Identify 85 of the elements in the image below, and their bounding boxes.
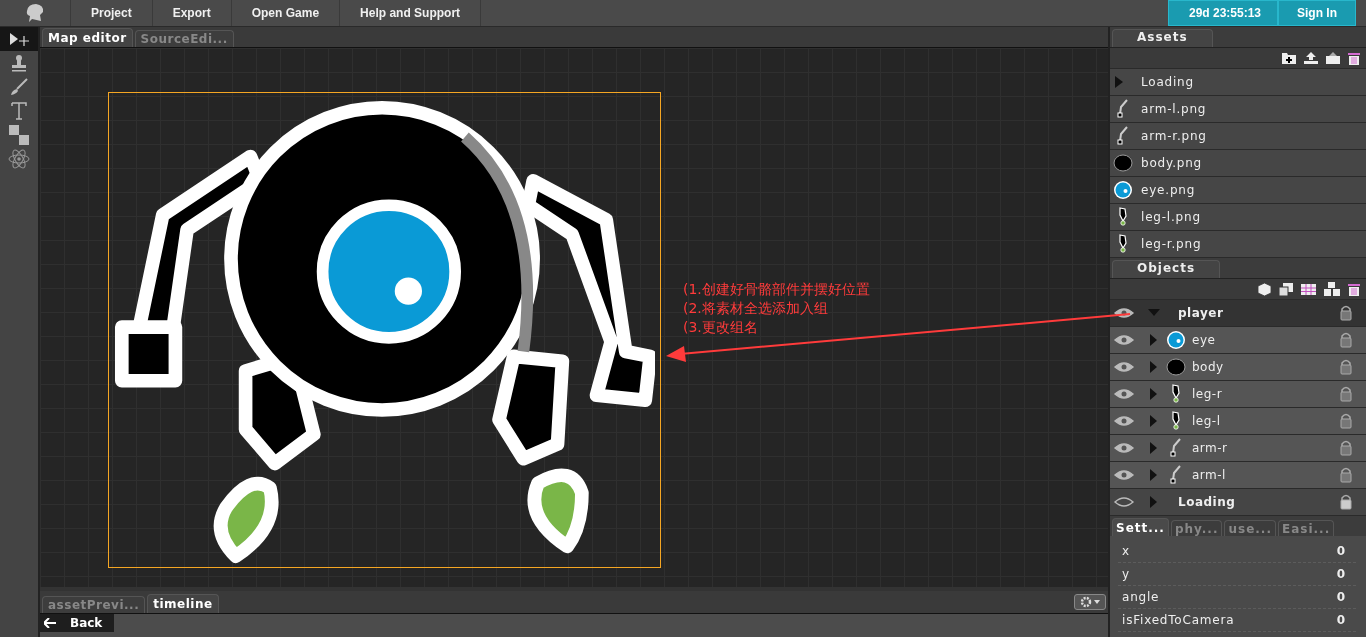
pointer-move-icon[interactable] (0, 27, 38, 51)
trash-icon[interactable] (1348, 282, 1360, 296)
property-name: isFixedToCamera (1122, 613, 1235, 627)
cubes-icon[interactable] (1324, 282, 1340, 296)
asset-item[interactable]: arm-r.png (1110, 123, 1366, 150)
property-name: y (1122, 567, 1130, 581)
object-row[interactable]: arm-l (1110, 462, 1366, 489)
lock-icon[interactable] (1340, 386, 1352, 402)
object-row[interactable]: Loading (1110, 489, 1366, 516)
editor-tab[interactable]: Map editor (42, 28, 133, 47)
object-name: arm-r (1192, 441, 1229, 455)
object-row[interactable]: leg-l (1110, 408, 1366, 435)
property-value: 0 (1336, 590, 1346, 604)
eye-thumbnail-icon (1166, 330, 1186, 350)
object-row[interactable]: player (1110, 300, 1366, 327)
property-value: 0 (1336, 544, 1346, 558)
object-name: leg-l (1192, 414, 1222, 428)
visibility-eye-icon[interactable] (1114, 443, 1134, 453)
object-name: eye (1192, 333, 1217, 347)
duplicate-icon[interactable] (1279, 282, 1293, 296)
logo-icon[interactable] (24, 3, 46, 23)
back-arrow-icon (44, 618, 56, 628)
menu-item[interactable]: Open Game (231, 0, 341, 26)
property-name: x (1122, 544, 1130, 558)
cube-icon[interactable] (1258, 282, 1271, 296)
body-thumbnail-icon (1166, 357, 1186, 377)
eye-thumbnail-icon (1113, 180, 1133, 200)
add-folder-icon[interactable] (1282, 52, 1296, 64)
annotation-text: (1.创建好骨骼部件并摆好位置 (2.将素材全选添加入组 (3.更改组名 (683, 280, 870, 337)
visibility-eye-icon[interactable] (1114, 362, 1134, 372)
back-button[interactable]: Back (40, 614, 115, 632)
visibility-eye-icon[interactable] (1114, 308, 1134, 318)
asset-item[interactable]: Loading (1110, 69, 1366, 96)
menu-item[interactable]: Project (71, 0, 153, 26)
gear-icon (1079, 596, 1101, 608)
asset-item[interactable]: arm-l.png (1110, 96, 1366, 123)
property-value: 0 (1336, 613, 1346, 627)
body-thumbnail-icon (1113, 153, 1133, 173)
countdown-timer: 29d 23:55:13 (1167, 0, 1278, 26)
visibility-eye-icon[interactable] (1114, 470, 1134, 480)
asset-name: arm-r.png (1141, 129, 1207, 143)
object-name: leg-r (1192, 387, 1224, 401)
object-row[interactable]: body (1110, 354, 1366, 381)
visibility-eye-icon[interactable] (1114, 497, 1134, 507)
asset-name: leg-r.png (1141, 237, 1202, 251)
asset-name: leg-l.png (1141, 210, 1201, 224)
property-value: 0 (1336, 567, 1346, 581)
asset-name: eye.png (1141, 183, 1196, 197)
lock-icon[interactable] (1340, 467, 1352, 483)
grid-icon[interactable] (1301, 283, 1316, 295)
lock-icon[interactable] (1340, 440, 1352, 456)
asset-item[interactable]: eye.png (1110, 177, 1366, 204)
object-row[interactable]: leg-r (1110, 381, 1366, 408)
asset-name: body.png (1141, 156, 1203, 170)
visibility-eye-icon[interactable] (1114, 335, 1134, 345)
upload-box-icon[interactable] (1326, 52, 1340, 64)
asset-name: Loading (1141, 75, 1194, 89)
lock-icon[interactable] (1340, 413, 1352, 429)
assets-tab[interactable]: Assets (1112, 29, 1213, 47)
settings-tab[interactable]: Sett... (1112, 518, 1169, 536)
trash-icon[interactable] (1348, 51, 1360, 65)
menu-item[interactable]: Help and Support (340, 0, 482, 26)
lock-icon[interactable] (1340, 305, 1352, 321)
object-name: body (1192, 360, 1225, 374)
panel-tab[interactable]: timeline (147, 594, 219, 613)
asset-item[interactable]: leg-r.png (1110, 231, 1366, 258)
visibility-eye-icon[interactable] (1114, 389, 1134, 399)
asset-item[interactable]: leg-l.png (1110, 204, 1366, 231)
object-name: arm-l (1192, 468, 1227, 482)
objects-tab[interactable]: Objects (1112, 260, 1221, 278)
visibility-eye-icon[interactable] (1114, 416, 1134, 426)
object-name: player (1178, 306, 1225, 320)
property-name: angle (1122, 590, 1160, 604)
menu-item[interactable]: Export (152, 0, 232, 26)
lock-icon[interactable] (1340, 359, 1352, 375)
asset-name: arm-l.png (1141, 102, 1207, 116)
object-row[interactable]: eye (1110, 327, 1366, 354)
lock-icon[interactable] (1340, 332, 1352, 348)
settings-dropdown-button[interactable] (1074, 594, 1106, 610)
object-name: Loading (1178, 495, 1237, 509)
expand-arrow-icon[interactable] (1115, 76, 1123, 88)
lock-icon[interactable] (1340, 494, 1352, 510)
upload-icon[interactable] (1304, 52, 1318, 64)
object-row[interactable]: arm-r (1110, 435, 1366, 462)
asset-item[interactable]: body.png (1110, 150, 1366, 177)
